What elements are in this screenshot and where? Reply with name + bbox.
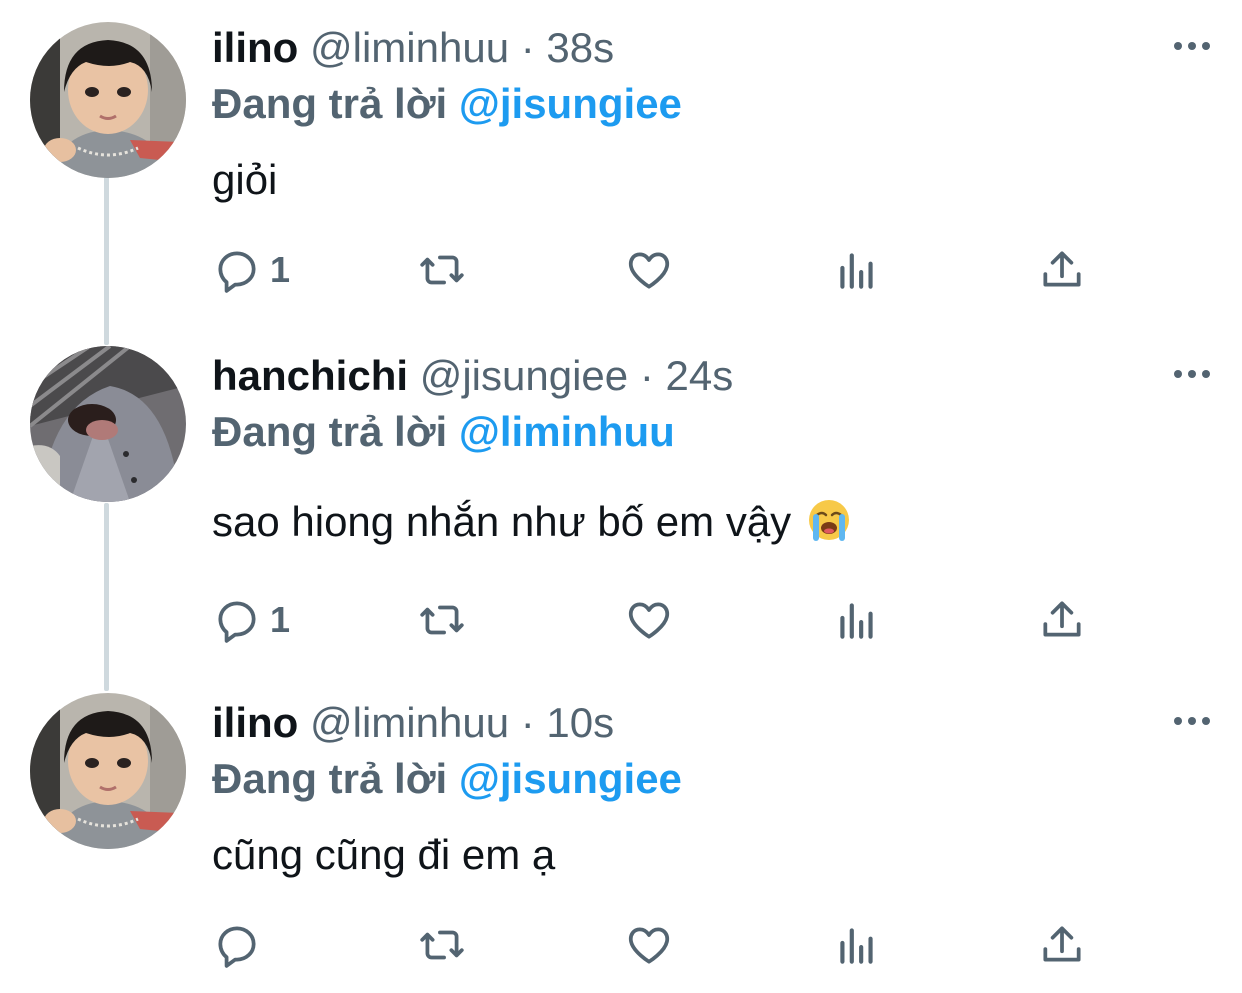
reply-button[interactable]: [212, 915, 270, 975]
reply-count: 1: [270, 249, 291, 290]
more-icon: [1174, 717, 1210, 725]
handle[interactable]: @jisungiee: [420, 352, 628, 399]
display-name[interactable]: hanchichi: [212, 352, 408, 399]
replying-to-label: Đang trả lời: [212, 755, 448, 802]
share-icon: [1043, 251, 1081, 287]
retweet-icon: [420, 930, 464, 960]
reply-icon: [218, 926, 256, 968]
share-button[interactable]: [1037, 915, 1087, 975]
loudly-crying-face-icon: [808, 500, 849, 541]
handle[interactable]: @liminhuu: [310, 699, 509, 746]
share-button[interactable]: [1037, 590, 1087, 650]
tweet-text: sao hiong nhắn như bố em vậy: [212, 498, 792, 545]
views-icon: [840, 603, 873, 639]
reply-button[interactable]: 1: [212, 240, 290, 300]
retweet-button[interactable]: [417, 240, 467, 300]
action-bar: 1: [212, 590, 1112, 650]
retweet-button[interactable]: [417, 590, 467, 650]
views-icon: [840, 928, 873, 964]
mention-link[interactable]: @jisungiee: [459, 755, 682, 802]
replying-to-label: Đang trả lời: [212, 408, 448, 455]
display-name[interactable]: ilino: [212, 24, 298, 71]
retweet-icon: [420, 255, 464, 285]
mention-link[interactable]: @liminhuu: [459, 408, 675, 455]
share-button[interactable]: [1037, 240, 1087, 300]
action-bar: [212, 915, 1112, 975]
tweet-text-line: sao hiong nhắn như bố em vậy: [212, 496, 851, 548]
tweet-text: cũng cũng đi em ạ: [212, 831, 556, 878]
thread-line: [104, 503, 109, 691]
more-icon: [1174, 370, 1210, 378]
retweet-button[interactable]: [417, 915, 467, 975]
cat-avatar-image: [30, 346, 186, 502]
views-icon: [840, 253, 873, 289]
handle[interactable]: @liminhuu: [310, 24, 509, 71]
boy-avatar-image: [30, 22, 186, 178]
thread-line: [104, 175, 109, 345]
timestamp[interactable]: 38s: [546, 24, 614, 71]
views-button[interactable]: [832, 915, 882, 975]
replying-to: Đang trả lời @jisungiee: [212, 78, 682, 130]
more-options-button[interactable]: [1172, 364, 1212, 384]
separator: ·: [639, 352, 654, 399]
views-button[interactable]: [832, 590, 882, 650]
reply-button[interactable]: 1: [212, 590, 290, 650]
like-icon: [628, 602, 670, 639]
boy-avatar-image: [30, 693, 186, 849]
like-icon: [628, 927, 670, 964]
like-icon: [628, 252, 670, 289]
action-bar: 1: [212, 240, 1112, 300]
display-name[interactable]: ilino: [212, 699, 298, 746]
reply-icon: [218, 251, 256, 293]
more-icon: [1174, 42, 1210, 50]
separator: ·: [520, 24, 535, 71]
replying-to-label: Đang trả lời: [212, 80, 448, 127]
replying-to: Đang trả lời @jisungiee: [212, 753, 682, 805]
timestamp[interactable]: 24s: [665, 352, 733, 399]
mention-link[interactable]: @jisungiee: [459, 80, 682, 127]
timestamp[interactable]: 10s: [546, 699, 614, 746]
retweet-icon: [420, 605, 464, 635]
tweet-header: hanchichi @jisungiee · 24s: [212, 350, 733, 402]
tweet-header: ilino @liminhuu · 10s: [212, 697, 614, 749]
like-button[interactable]: [624, 240, 674, 300]
separator: ·: [520, 699, 535, 746]
views-button[interactable]: [832, 240, 882, 300]
reply-count: 1: [270, 599, 291, 640]
tweet-text: giỏi: [212, 156, 278, 203]
avatar[interactable]: [30, 22, 186, 178]
avatar[interactable]: [30, 693, 186, 849]
like-button[interactable]: [624, 915, 674, 975]
avatar[interactable]: [30, 346, 186, 502]
more-options-button[interactable]: [1172, 711, 1212, 731]
reply-icon: [218, 601, 256, 643]
more-options-button[interactable]: [1172, 36, 1212, 56]
like-button[interactable]: [624, 590, 674, 650]
tweet-header: ilino @liminhuu · 38s: [212, 22, 614, 74]
replying-to: Đang trả lời @liminhuu: [212, 406, 675, 458]
share-icon: [1043, 926, 1081, 962]
share-icon: [1043, 601, 1081, 637]
